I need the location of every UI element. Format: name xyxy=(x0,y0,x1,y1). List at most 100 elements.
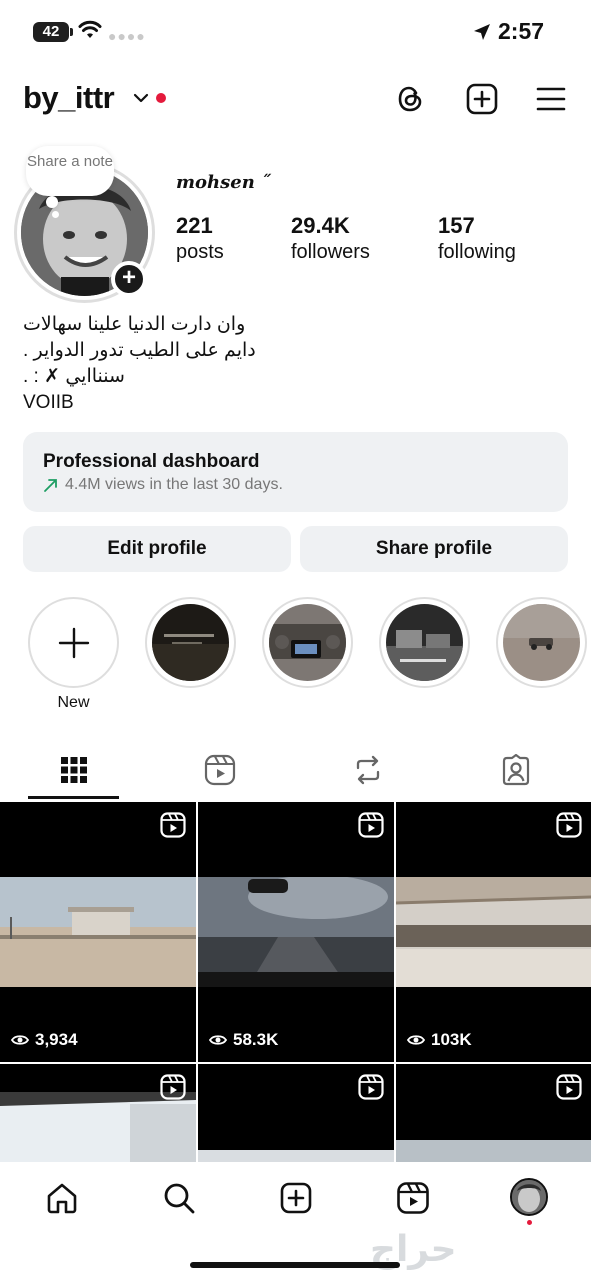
grid-post[interactable]: 58.3K xyxy=(198,802,394,1062)
signal-dots-icon: ●●●● xyxy=(108,28,146,44)
reel-icon xyxy=(160,1074,186,1100)
bio-line: سنناايي ✗ : . xyxy=(23,366,125,387)
reels-icon xyxy=(204,754,236,786)
display-name: mohsen ˝ xyxy=(176,172,271,193)
post-view-count-value: 58.3K xyxy=(233,1030,279,1049)
bio-line: دايم على الطيب تدور الدواير . xyxy=(23,340,256,361)
chevron-down-icon[interactable] xyxy=(133,92,149,104)
eye-icon xyxy=(407,1035,425,1045)
dashboard-subtitle: 4.4M views in the last 30 days. xyxy=(43,474,548,496)
stat-followers-label: followers xyxy=(291,241,370,263)
create-post-button[interactable] xyxy=(463,80,501,118)
threads-icon xyxy=(398,86,422,112)
stat-followers[interactable]: 29.4K followers xyxy=(291,212,370,264)
grid-post[interactable] xyxy=(198,1064,394,1162)
highlight-thumbnail xyxy=(269,604,346,681)
highlight-thumbnail xyxy=(503,604,580,681)
new-highlight-label: New xyxy=(57,694,90,711)
edit-profile-button[interactable]: Edit profile xyxy=(23,526,291,572)
nav-search[interactable] xyxy=(157,1176,201,1220)
stat-posts-value: 221 xyxy=(176,213,213,238)
status-time: 2:57 xyxy=(498,18,545,44)
post-thumbnail xyxy=(198,877,394,987)
nav-home[interactable] xyxy=(40,1176,84,1220)
note-bubble-tail-small xyxy=(52,211,59,218)
professional-dashboard[interactable]: Professional dashboard 4.4M views in the… xyxy=(23,432,568,512)
post-thumbnail xyxy=(0,877,196,987)
reel-icon xyxy=(160,812,186,838)
avatar-photo xyxy=(512,1180,546,1214)
share-profile-button[interactable]: Share profile xyxy=(300,526,568,572)
stat-posts[interactable]: 221 posts xyxy=(176,212,224,264)
hamburger-menu-icon xyxy=(536,87,566,111)
reel-icon xyxy=(556,812,582,838)
repost-icon xyxy=(356,755,380,785)
reel-icon xyxy=(556,1074,582,1100)
stat-following[interactable]: 157 following xyxy=(438,212,516,264)
stat-following-value: 157 xyxy=(438,213,475,238)
eye-icon xyxy=(11,1035,29,1045)
share-note-bubble[interactable]: Share a note xyxy=(26,146,114,196)
reel-icon xyxy=(358,812,384,838)
stat-posts-label: posts xyxy=(176,241,224,263)
profile-notification-dot xyxy=(527,1220,532,1225)
eye-icon xyxy=(209,1035,227,1045)
post-view-count-value: 3,934 xyxy=(35,1030,78,1049)
grid-post[interactable] xyxy=(0,1064,196,1162)
status-bar: 42 ●●●● 2:57 xyxy=(0,0,591,64)
post-thumbnail xyxy=(198,1150,394,1162)
grid-post[interactable] xyxy=(396,1064,591,1162)
reel-icon xyxy=(358,1074,384,1100)
posts-grid: 3,934 58.3K 103K xyxy=(0,802,591,1162)
post-thumbnail xyxy=(0,1092,196,1162)
nav-reels[interactable] xyxy=(391,1176,435,1220)
post-thumbnail xyxy=(396,877,591,987)
dashboard-views-text: 4.4M views in the last 30 days. xyxy=(65,476,283,493)
tab-tagged[interactable] xyxy=(442,748,590,792)
location-arrow-icon xyxy=(474,24,490,40)
search-icon xyxy=(164,1183,195,1214)
account-username[interactable]: by_ittr xyxy=(23,80,115,116)
highlight-item[interactable] xyxy=(145,597,236,688)
bio-line: VOIIB xyxy=(23,392,74,413)
grid-icon xyxy=(61,757,87,783)
plus-icon xyxy=(58,627,89,658)
plus-square-icon xyxy=(280,1182,312,1214)
highlight-item[interactable] xyxy=(496,597,587,688)
grid-post[interactable]: 3,934 xyxy=(0,802,196,1062)
menu-button[interactable] xyxy=(532,80,570,118)
tab-reels[interactable] xyxy=(146,748,294,792)
note-bubble-tail xyxy=(46,196,58,208)
post-thumbnail xyxy=(396,1140,591,1162)
add-story-button[interactable]: + xyxy=(111,261,147,297)
wifi-icon xyxy=(78,20,102,38)
trend-up-icon xyxy=(44,479,57,492)
highlight-thumbnail xyxy=(152,604,229,681)
notification-dot xyxy=(156,93,166,103)
dashboard-title: Professional dashboard xyxy=(43,451,260,472)
new-highlight-button[interactable] xyxy=(28,597,119,688)
highlight-item[interactable] xyxy=(379,597,470,688)
reels-icon xyxy=(397,1182,429,1214)
stat-followers-value: 29.4K xyxy=(291,213,350,238)
threads-button[interactable] xyxy=(391,80,429,118)
nav-profile-avatar[interactable] xyxy=(510,1178,548,1216)
active-tab-indicator xyxy=(28,796,119,799)
post-view-count: 58.3K xyxy=(209,1030,278,1050)
battery-indicator: 42 xyxy=(33,22,73,42)
plus-square-icon xyxy=(466,83,498,115)
tagged-person-icon xyxy=(502,754,530,786)
profile-bio: وان دارت الدنيا علينا سهالات دايم على ال… xyxy=(23,312,283,416)
nav-create[interactable] xyxy=(274,1176,318,1220)
home-indicator[interactable] xyxy=(190,1262,400,1268)
tab-reposts[interactable] xyxy=(294,748,442,792)
bio-line: وان دارت الدنيا علينا سهالات xyxy=(23,314,246,335)
post-view-count-value: 103K xyxy=(431,1030,472,1049)
tab-posts-grid[interactable] xyxy=(0,748,148,792)
stat-following-label: following xyxy=(438,241,516,263)
highlight-item[interactable] xyxy=(262,597,353,688)
grid-post[interactable]: 103K xyxy=(396,802,591,1062)
highlight-thumbnail xyxy=(386,604,463,681)
post-view-count: 103K xyxy=(407,1030,472,1050)
home-icon xyxy=(47,1183,77,1214)
